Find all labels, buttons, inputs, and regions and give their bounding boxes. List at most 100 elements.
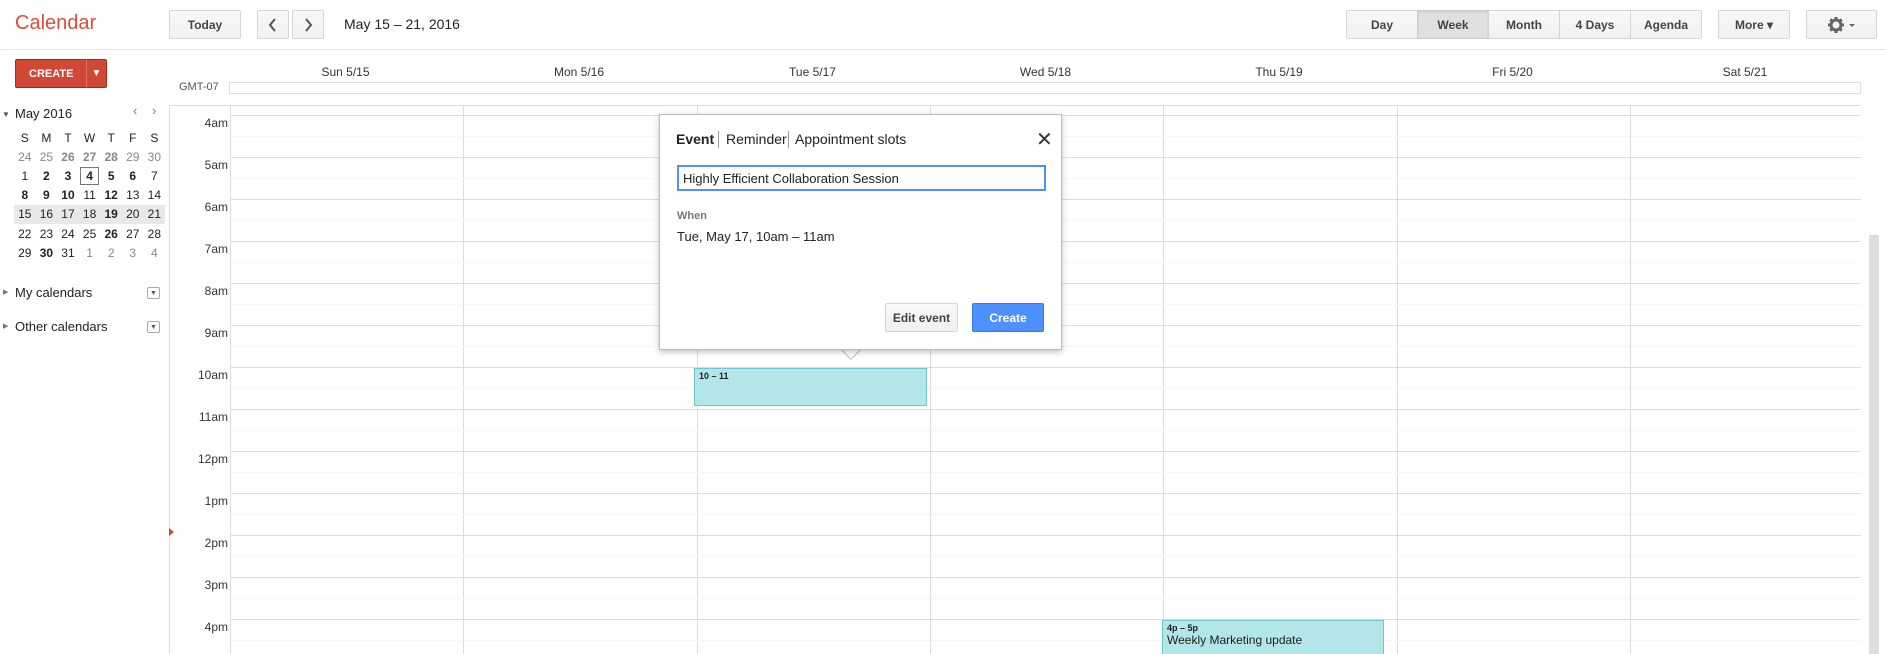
more-button[interactable]: More ▾ (1718, 10, 1790, 39)
hour-label: 3pm (204, 578, 228, 592)
mini-day[interactable]: 17 (57, 204, 79, 224)
day-divider (1630, 106, 1631, 654)
my-calendars-menu-button[interactable]: ▼ (147, 287, 160, 299)
mini-day[interactable]: 2 (100, 243, 122, 262)
mini-day[interactable]: 1 (14, 166, 36, 185)
mini-day[interactable]: 6 (122, 166, 144, 185)
mini-day[interactable]: 30 (144, 147, 166, 166)
day-header-sun[interactable]: Sun 5/15 (229, 65, 462, 79)
mini-day[interactable]: 11 (79, 186, 101, 205)
day-header-sat[interactable]: Sat 5/21 (1629, 65, 1861, 79)
settings-button[interactable] (1806, 10, 1877, 39)
mini-day[interactable]: 28 (144, 224, 166, 243)
close-icon[interactable]: ✕ (1036, 127, 1053, 152)
mini-day[interactable]: 29 (122, 147, 144, 166)
mini-day[interactable]: 26 (57, 147, 79, 166)
mini-day[interactable]: 21 (143, 204, 166, 224)
mini-day[interactable]: 22 (14, 224, 36, 243)
day-header-thu[interactable]: Thu 5/19 (1162, 65, 1396, 79)
mini-day[interactable]: 12 (100, 186, 122, 205)
mini-day[interactable]: 2 (36, 166, 58, 185)
mini-day[interactable]: 20 (121, 204, 144, 224)
hour-label: 6am (204, 200, 228, 214)
mini-day[interactable]: 24 (57, 224, 79, 243)
hour-label: 12pm (197, 452, 228, 466)
mini-day[interactable]: 8 (14, 186, 36, 205)
day-header-mon[interactable]: Mon 5/16 (462, 65, 696, 79)
mini-day[interactable]: 30 (36, 243, 58, 262)
day-header-fri[interactable]: Fri 5/20 (1396, 65, 1629, 79)
timezone-label: GMT-07 (179, 81, 219, 93)
mini-day[interactable]: 14 (144, 186, 166, 205)
mini-day[interactable]: 1 (79, 243, 101, 262)
other-calendars-label[interactable]: Other calendars (15, 319, 108, 334)
chevron-left-icon (268, 17, 276, 32)
event-title: Weekly Marketing update (1167, 633, 1303, 647)
all-day-row[interactable] (229, 82, 1861, 94)
prev-week-button[interactable] (257, 10, 289, 39)
mini-day[interactable]: 25 (36, 147, 58, 166)
collapse-triangle-icon[interactable]: ▼ (2, 110, 10, 119)
weekday-initial: W (83, 130, 96, 145)
day-divider (1163, 106, 1164, 654)
mini-prev-icon[interactable]: ‹ (133, 103, 137, 118)
day-divider (230, 106, 231, 654)
caret-down-icon: ▼ (150, 323, 157, 331)
view-month-button[interactable]: Month (1488, 10, 1560, 39)
event-title-input[interactable] (677, 165, 1046, 191)
expand-triangle-icon[interactable]: ▶ (3, 322, 8, 330)
mini-day[interactable]: 26 (100, 224, 122, 243)
my-calendars-label[interactable]: My calendars (15, 285, 92, 300)
view-week-button[interactable]: Week (1417, 10, 1489, 39)
scrollbar[interactable] (1869, 235, 1879, 654)
tab-appointment-slots[interactable]: Appointment slots (795, 131, 906, 147)
mini-day[interactable]: 13 (122, 186, 144, 205)
mini-day[interactable]: 16 (35, 204, 58, 224)
day-divider (1397, 106, 1398, 654)
mini-day[interactable]: 29 (14, 243, 36, 262)
today-button[interactable]: Today (169, 10, 241, 39)
next-week-button[interactable] (292, 10, 324, 39)
mini-day[interactable]: 25 (79, 224, 101, 243)
mini-day[interactable]: 15 (14, 204, 36, 224)
when-value: Tue, May 17, 10am – 11am (677, 229, 835, 244)
app-title[interactable]: Calendar (15, 12, 96, 35)
mini-calendar-month: May 2016 (15, 106, 73, 121)
day-header-tue[interactable]: Tue 5/17 (696, 65, 929, 79)
half-hour-line (230, 640, 1861, 641)
create-dropdown-button[interactable]: ▼ (86, 59, 107, 88)
mini-day[interactable]: 24 (14, 147, 36, 166)
expand-triangle-icon[interactable]: ▶ (3, 288, 8, 296)
mini-day[interactable]: 31 (57, 243, 79, 262)
mini-next-icon[interactable]: › (152, 103, 156, 118)
mini-day[interactable]: 28 (100, 147, 122, 166)
tab-event[interactable]: Event (676, 131, 714, 147)
mini-day[interactable]: 7 (144, 166, 166, 185)
mini-day[interactable]: 27 (122, 224, 144, 243)
mini-day[interactable]: 19 (100, 204, 122, 224)
mini-day[interactable]: 5 (100, 166, 122, 185)
tab-reminder[interactable]: Reminder (726, 131, 787, 147)
edit-event-button[interactable]: Edit event (885, 303, 958, 332)
view-day-button[interactable]: Day (1346, 10, 1418, 39)
view-4days-button[interactable]: 4 Days (1559, 10, 1631, 39)
mini-day[interactable]: 4 (144, 243, 166, 262)
mini-day[interactable]: 10 (57, 186, 79, 205)
create-event-button[interactable]: Create (972, 303, 1044, 332)
quick-add-popup: Event Reminder Appointment slots ✕ When … (659, 114, 1062, 350)
event-time: 10 – 11 (699, 371, 729, 381)
mini-day[interactable]: 27 (79, 147, 101, 166)
create-button[interactable]: CREATE (15, 59, 88, 88)
mini-day[interactable]: 23 (36, 224, 58, 243)
day-header-wed[interactable]: Wed 5/18 (929, 65, 1162, 79)
mini-day[interactable]: 3 (122, 243, 144, 262)
mini-day[interactable]: 9 (36, 186, 58, 205)
event-block[interactable]: 4p – 5p Weekly Marketing update (1162, 620, 1384, 654)
mini-day[interactable]: 18 (78, 204, 101, 224)
other-calendars-menu-button[interactable]: ▼ (147, 321, 160, 333)
new-event-block[interactable]: 10 – 11 (694, 368, 927, 406)
view-agenda-button[interactable]: Agenda (1630, 10, 1702, 39)
mini-day[interactable]: 3 (57, 166, 79, 185)
mini-day-today[interactable]: 4 (78, 166, 101, 186)
hour-line (230, 535, 1861, 536)
